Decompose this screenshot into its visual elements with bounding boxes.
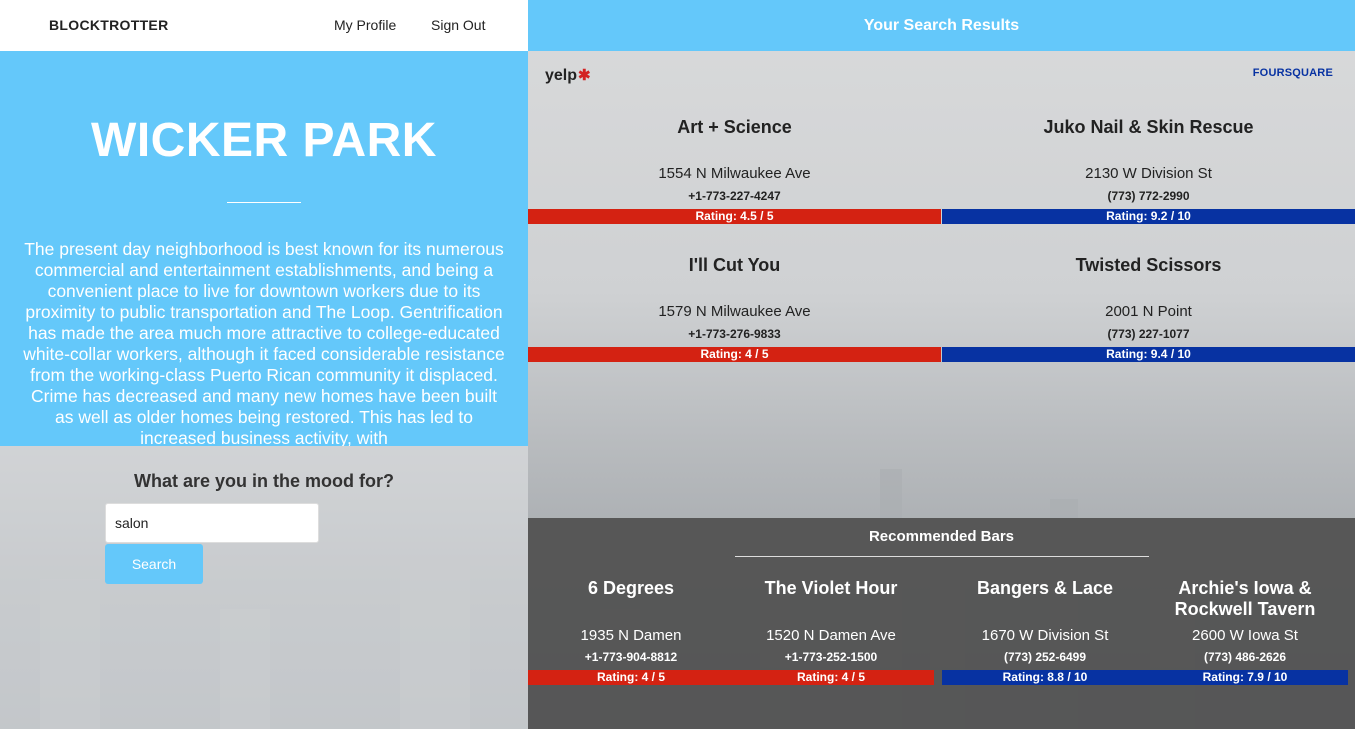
results-header: Your Search Results (528, 0, 1355, 51)
bar-rating: Rating: 4 / 5 (528, 670, 734, 685)
top-navbar: BLOCKTROTTER My Profile Sign Out (0, 0, 528, 51)
bar-address: 1670 W Division St (981, 627, 1109, 644)
recommended-bars-panel: Recommended Bars 6 Degrees 1935 N Damen … (528, 518, 1355, 729)
recommended-bars-title: Recommended Bars (868, 528, 1015, 545)
my-profile-link[interactable]: My Profile (334, 17, 396, 33)
result-card[interactable]: Twisted Scissors 2001 N Point (773) 227-… (942, 255, 1355, 365)
result-name: Juko Nail & Skin Rescue (1043, 117, 1254, 137)
result-address: 2001 N Point (1105, 303, 1192, 320)
bar-card[interactable]: Bangers & Lace 1670 W Division St (773) … (942, 578, 1148, 688)
result-rating: Rating: 4 / 5 (528, 347, 941, 362)
bar-rating: Rating: 7.9 / 10 (1142, 670, 1348, 685)
result-phone: +1-773-276-9833 (688, 327, 781, 341)
sign-out-link[interactable]: Sign Out (431, 17, 485, 33)
bar-name: Archie's Iowa & Rockwell Tavern (1174, 578, 1316, 619)
bar-card[interactable]: Archie's Iowa & Rockwell Tavern 2600 W I… (1142, 578, 1348, 688)
bars-divider (735, 556, 1149, 557)
search-input[interactable] (105, 503, 319, 543)
result-rating: Rating: 9.2 / 10 (942, 209, 1355, 224)
result-address: 1579 N Milwaukee Ave (658, 303, 811, 320)
brand-logo[interactable]: BLOCKTROTTER (49, 17, 168, 33)
bar-rating: Rating: 4 / 5 (728, 670, 934, 685)
result-name: Twisted Scissors (1075, 255, 1222, 275)
bar-phone: (773) 252-6499 (1003, 650, 1087, 664)
result-phone: (773) 772-2990 (1107, 189, 1190, 203)
bar-phone: (773) 486-2626 (1203, 650, 1287, 664)
bar-phone: +1-773-252-1500 (784, 650, 878, 664)
result-card[interactable]: Art + Science 1554 N Milwaukee Ave +1-77… (528, 117, 941, 227)
search-prompt: What are you in the mood for? (134, 471, 394, 491)
bar-name: Bangers & Lace (976, 578, 1114, 598)
bar-rating: Rating: 8.8 / 10 (942, 670, 1148, 685)
bar-phone: +1-773-904-8812 (584, 650, 678, 664)
result-card[interactable]: Juko Nail & Skin Rescue 2130 W Division … (942, 117, 1355, 227)
result-address: 1554 N Milwaukee Ave (658, 165, 811, 182)
bar-name: The Violet Hour (764, 578, 898, 598)
bar-name: 6 Degrees (587, 578, 675, 598)
bar-address: 2600 W Iowa St (1192, 627, 1298, 644)
yelp-burst-icon: ✱ (578, 67, 591, 84)
yelp-logo: yelp✱ (545, 66, 591, 85)
neighborhood-title: WICKER PARK (91, 114, 437, 167)
title-divider (227, 202, 301, 203)
search-panel: What are you in the mood for? Search (0, 446, 528, 729)
neighborhood-description: The present day neighborhood is best kno… (23, 239, 505, 446)
bar-card[interactable]: 6 Degrees 1935 N Damen +1-773-904-8812 R… (528, 578, 734, 688)
result-phone: +1-773-227-4247 (688, 189, 781, 203)
result-name: I'll Cut You (688, 255, 781, 275)
bar-address: 1935 N Damen (580, 627, 682, 644)
foursquare-logo: FOURSQUARE (1252, 67, 1333, 79)
search-button[interactable]: Search (105, 544, 203, 584)
result-address: 2130 W Division St (1085, 165, 1212, 182)
bar-card[interactable]: The Violet Hour 1520 N Damen Ave +1-773-… (728, 578, 934, 688)
result-card[interactable]: I'll Cut You 1579 N Milwaukee Ave +1-773… (528, 255, 941, 365)
yelp-logo-text: yelp (545, 67, 578, 84)
neighborhood-hero: WICKER PARK The present day neighborhood… (0, 51, 528, 446)
result-rating: Rating: 4.5 / 5 (528, 209, 941, 224)
bar-address: 1520 N Damen Ave (766, 627, 896, 644)
result-name: Art + Science (677, 117, 792, 137)
result-phone: (773) 227-1077 (1107, 327, 1190, 341)
result-rating: Rating: 9.4 / 10 (942, 347, 1355, 362)
